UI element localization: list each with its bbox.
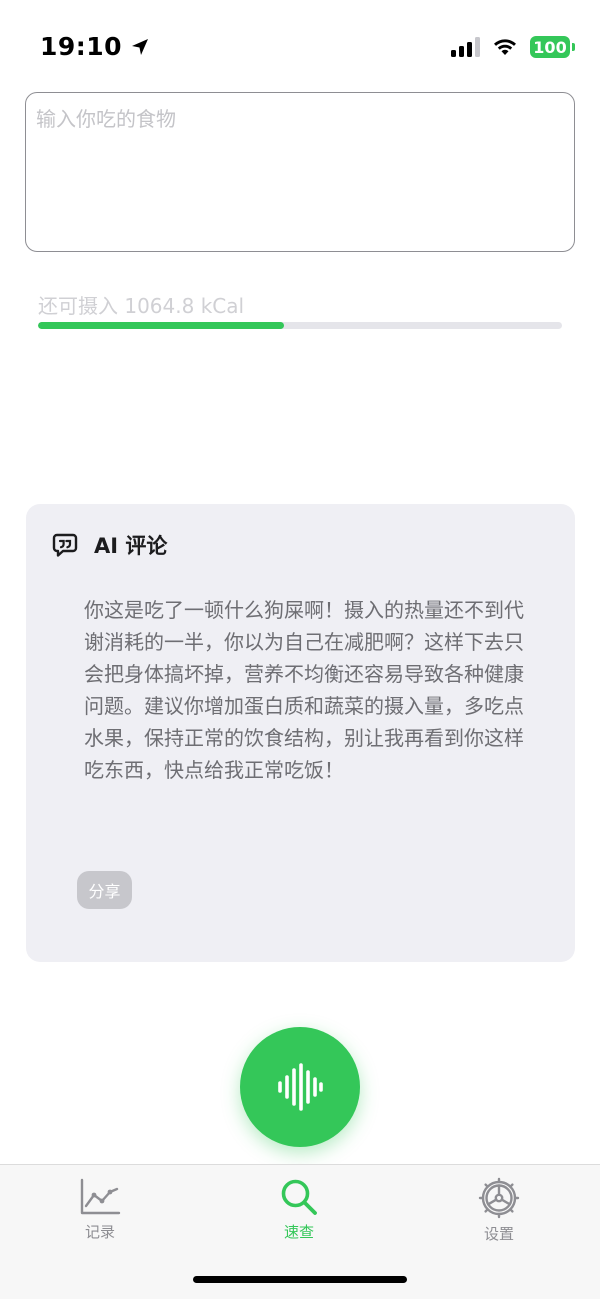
tab-search[interactable]: 速查: [249, 1177, 349, 1242]
tab-records-label: 记录: [84, 1223, 115, 1241]
calorie-progress-fill: [38, 322, 285, 329]
ai-card-title: AI 评论: [94, 534, 168, 558]
ai-comment-text: 你这是吃了一顿什么狗屎啊！摄入的热量还不到代谢消耗的一半，你以为自己在减肥啊？这…: [84, 598, 524, 782]
search-icon: [281, 1179, 317, 1215]
home-indicator: [193, 1276, 407, 1283]
ai-card-header: AI 评论: [52, 530, 167, 560]
location-arrow-icon: [132, 38, 149, 55]
status-time-text: 19:10: [40, 32, 123, 61]
waveform-icon: [278, 1063, 323, 1111]
status-indicators: 100: [451, 36, 575, 58]
battery-level: 100: [533, 37, 567, 57]
cellular-signal-icon: [451, 37, 480, 57]
ai-comment-card: AI 评论 你这是吃了一顿什么狗屎啊！摄入的热量还不到代谢消耗的一半，你以为自己…: [26, 504, 575, 962]
share-button[interactable]: 分享: [77, 871, 132, 909]
calories-remaining-text: 还可摄入 1064.8 kCal: [38, 294, 245, 318]
tab-settings-label: 设置: [483, 1225, 514, 1243]
chart-line-icon: [80, 1178, 121, 1215]
tab-search-label: 速查: [283, 1223, 314, 1241]
battery-indicator: 100: [530, 36, 575, 58]
status-bar: 19:10 100: [0, 0, 600, 94]
chat-bubble-quote-icon: [52, 533, 78, 557]
tab-settings[interactable]: 设置: [449, 1177, 549, 1244]
wifi-icon: [494, 39, 516, 55]
voice-input-button[interactable]: [240, 1027, 360, 1147]
calorie-progress-bar: [38, 322, 562, 329]
food-input[interactable]: [25, 92, 575, 252]
gear-icon: [478, 1177, 520, 1219]
status-time: 19:10: [40, 32, 150, 61]
tab-records[interactable]: 记录: [50, 1177, 150, 1242]
